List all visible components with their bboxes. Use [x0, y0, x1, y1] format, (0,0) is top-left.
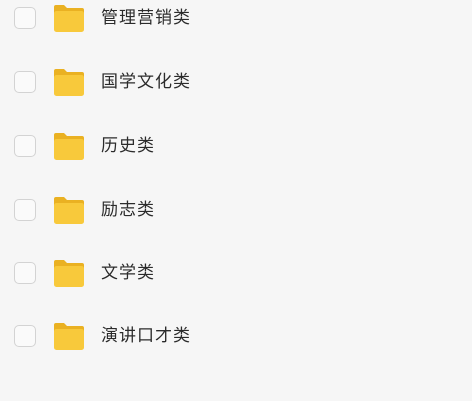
folder-row-speech-eloquence[interactable]: 演讲口才类	[0, 318, 472, 358]
select-checkbox[interactable]	[14, 7, 36, 29]
folder-name[interactable]: 国学文化类	[101, 72, 191, 92]
folder-icon	[54, 133, 84, 160]
folder-name[interactable]: 演讲口才类	[101, 326, 191, 346]
folder-icon	[54, 69, 84, 96]
folder-row-inspirational[interactable]: 励志类	[0, 192, 472, 232]
file-list-page: 管理营销类 国学文化类 历史类 励志类 文学类 演讲口才类	[0, 0, 472, 401]
select-checkbox[interactable]	[14, 135, 36, 157]
select-checkbox[interactable]	[14, 71, 36, 93]
folder-icon	[54, 323, 84, 350]
select-checkbox[interactable]	[14, 262, 36, 284]
select-checkbox[interactable]	[14, 199, 36, 221]
folder-name[interactable]: 管理营销类	[101, 8, 191, 28]
folder-icon	[54, 197, 84, 224]
folder-icon	[54, 5, 84, 32]
folder-row-chinese-culture[interactable]: 国学文化类	[0, 64, 472, 104]
folder-row-management-marketing[interactable]: 管理营销类	[0, 0, 472, 40]
select-checkbox[interactable]	[14, 325, 36, 347]
folder-row-literature[interactable]: 文学类	[0, 255, 472, 295]
folder-row-history[interactable]: 历史类	[0, 128, 472, 168]
folder-name[interactable]: 励志类	[101, 200, 155, 220]
folder-name[interactable]: 文学类	[101, 263, 155, 283]
folder-icon	[54, 260, 84, 287]
folder-name[interactable]: 历史类	[101, 136, 155, 156]
